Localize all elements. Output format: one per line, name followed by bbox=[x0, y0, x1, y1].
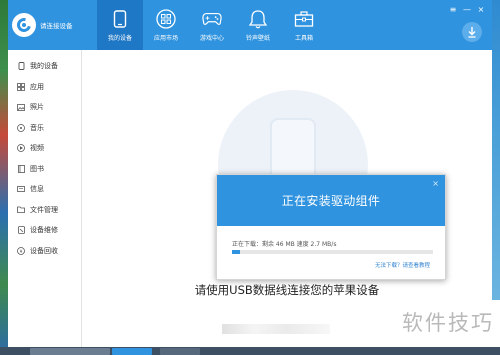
bell-icon bbox=[248, 9, 268, 29]
video-icon bbox=[17, 144, 25, 153]
dialog-close-button[interactable]: × bbox=[432, 179, 439, 188]
desktop-left-strip bbox=[0, 0, 8, 355]
sidebar-item-apps[interactable]: 应用 bbox=[8, 77, 81, 98]
apps-icon bbox=[156, 8, 176, 29]
toolbox-icon bbox=[294, 9, 314, 29]
sidebar-item-label: 音乐 bbox=[30, 123, 44, 132]
nav-ringtone-wallpaper[interactable]: 铃声壁纸 bbox=[235, 0, 281, 50]
main-nav: 我的设备 应用市场 游戏中心 铃声壁纸 工具箱 bbox=[97, 0, 327, 50]
sidebar-item-label: 设备回收 bbox=[30, 246, 58, 255]
nav-game-center[interactable]: 游戏中心 bbox=[189, 0, 235, 50]
blurred-subtext bbox=[222, 324, 330, 334]
svg-text:¥: ¥ bbox=[20, 249, 23, 255]
download-progress-bar bbox=[232, 250, 433, 254]
dialog-title: 正在安装驱动组件 bbox=[281, 194, 381, 208]
book-icon bbox=[17, 164, 25, 173]
repair-icon bbox=[17, 226, 25, 235]
download-status: 正在下载：剩余 46 MB 速度 2.7 MB/s bbox=[232, 241, 337, 248]
sidebar-item-label: 文件管理 bbox=[30, 205, 58, 214]
dialog-header: 正在安装驱动组件 × bbox=[217, 175, 445, 226]
sidebar-item-label: 应用 bbox=[30, 82, 44, 91]
main-content: 正在安装驱动组件 × 正在下载：剩余 46 MB 速度 2.7 MB/s 无法下… bbox=[82, 50, 492, 347]
download-progress-fill bbox=[232, 250, 241, 254]
close-button[interactable]: × bbox=[474, 5, 488, 15]
minimize-button[interactable]: — bbox=[460, 5, 474, 15]
nav-app-market[interactable]: 应用市场 bbox=[143, 0, 189, 50]
sidebar-item-label: 设备维修 bbox=[30, 226, 58, 235]
photo-icon bbox=[17, 103, 25, 111]
device-icon bbox=[17, 62, 25, 71]
sidebar-item-repair[interactable]: 设备维修 bbox=[8, 220, 81, 241]
app-window: 请连接设备 我的设备 应用市场 游戏中心 铃声壁纸 工具箱 ≡ — × 我的设备… bbox=[8, 0, 492, 347]
taskbar bbox=[0, 347, 500, 355]
watermark: 软件技巧 bbox=[350, 307, 500, 347]
menu-button[interactable]: ≡ bbox=[446, 5, 460, 15]
message-icon bbox=[17, 185, 25, 193]
sidebar-item-messages[interactable]: 信息 bbox=[8, 179, 81, 200]
logo: 请连接设备 bbox=[8, 0, 94, 50]
nav-label: 应用市场 bbox=[153, 34, 178, 42]
top-bar: 请连接设备 我的设备 应用市场 游戏中心 铃声壁纸 工具箱 ≡ — × bbox=[8, 0, 492, 50]
sidebar-item-music[interactable]: 音乐 bbox=[8, 118, 81, 139]
sidebar-item-label: 图书 bbox=[30, 164, 44, 173]
sidebar-item-label: 视频 bbox=[30, 144, 44, 153]
taskbar-button[interactable] bbox=[30, 348, 110, 355]
folder-icon bbox=[17, 206, 25, 214]
grid-icon bbox=[17, 82, 25, 91]
nav-label: 我的设备 bbox=[107, 34, 132, 42]
sidebar-item-label: 照片 bbox=[30, 103, 44, 112]
desktop-right-strip bbox=[492, 0, 500, 300]
sidebar-item-label: 我的设备 bbox=[30, 62, 58, 71]
logo-icon bbox=[12, 13, 36, 37]
nav-label: 铃声壁纸 bbox=[245, 34, 270, 42]
sidebar-item-video[interactable]: 视频 bbox=[8, 138, 81, 159]
download-manager-button[interactable] bbox=[462, 22, 482, 42]
sidebar-item-recycle[interactable]: ¥ 设备回收 bbox=[8, 241, 81, 262]
music-icon bbox=[17, 123, 25, 132]
sidebar: 我的设备 应用 照片 音乐 视频 图书 信息 文件管理 设备维修 ¥ 设备回收 bbox=[8, 50, 82, 347]
taskbar-button[interactable] bbox=[112, 348, 152, 355]
tutorial-link[interactable]: 无法下载？请查看教程 bbox=[375, 261, 430, 269]
nav-label: 游戏中心 bbox=[199, 34, 224, 42]
taskbar-button[interactable] bbox=[160, 348, 200, 355]
connect-prompt: 请使用USB数据线连接您的苹果设备 bbox=[194, 283, 380, 297]
download-icon bbox=[467, 23, 477, 42]
nav-toolbox[interactable]: 工具箱 bbox=[281, 0, 327, 50]
nav-my-device[interactable]: 我的设备 bbox=[97, 0, 143, 50]
install-driver-dialog: 正在安装驱动组件 × 正在下载：剩余 46 MB 速度 2.7 MB/s 无法下… bbox=[216, 174, 446, 280]
sidebar-item-photos[interactable]: 照片 bbox=[8, 97, 81, 118]
sidebar-item-file-manager[interactable]: 文件管理 bbox=[8, 200, 81, 221]
sidebar-item-books[interactable]: 图书 bbox=[8, 159, 81, 180]
watermark-text: 软件技巧 bbox=[402, 311, 494, 335]
sidebar-item-label: 信息 bbox=[30, 185, 44, 194]
window-controls: ≡ — × bbox=[446, 5, 488, 15]
phone-icon bbox=[110, 9, 130, 29]
recycle-icon: ¥ bbox=[17, 246, 25, 255]
nav-label: 工具箱 bbox=[294, 34, 313, 42]
logo-text: 请连接设备 bbox=[40, 22, 73, 30]
gamepad-icon bbox=[202, 9, 222, 29]
sidebar-item-my-device[interactable]: 我的设备 bbox=[8, 56, 81, 77]
